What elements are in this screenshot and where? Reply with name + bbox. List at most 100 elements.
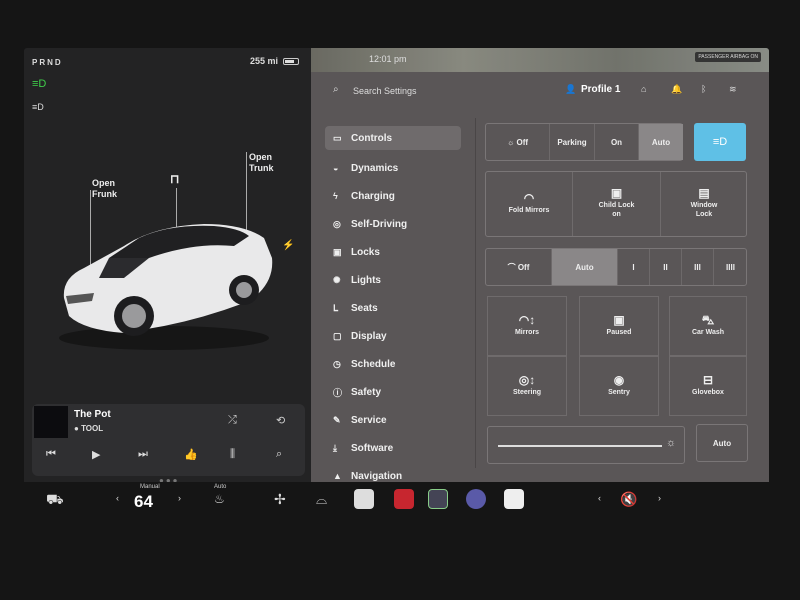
nav-locks[interactable]: ▣ Locks [325, 238, 461, 266]
lock-icon: ▣ [610, 186, 623, 200]
glovebox-button[interactable]: ⊟ Glovebox [669, 356, 747, 416]
search-icon[interactable]: ⌕ [333, 84, 339, 95]
steering-adjust-icon: ◎↕ [518, 372, 536, 387]
high-beam-button[interactable]: ≡D [694, 123, 746, 161]
thumbs-up-icon[interactable]: 👍 [184, 448, 198, 461]
nav-controls[interactable]: ▭ Controls [325, 126, 461, 150]
auto-headlight-icon: ≡D [32, 102, 44, 112]
bell-icon[interactable]: 🔔 [671, 84, 682, 95]
wiper-speed-1[interactable]: I [618, 249, 650, 285]
volume-down-icon[interactable]: ‹ [598, 493, 601, 503]
album-art [34, 406, 68, 438]
wiper-auto[interactable]: Auto [552, 249, 618, 285]
headlight-off[interactable]: ☼ Off [486, 124, 550, 160]
settings-panel: 12:01 pm PASSENGER AIRBAG ON ⌕ Search Se… [311, 48, 769, 482]
nav-safety[interactable]: ⓘ Safety [325, 378, 461, 406]
download-icon: ⤓ [333, 442, 337, 453]
nav-display[interactable]: ▢ Display [325, 322, 461, 350]
profile-icon[interactable]: 👤 [565, 84, 576, 95]
track-artist: ● TOOL [74, 424, 104, 433]
car-icon[interactable]: ⛟ [46, 491, 64, 510]
seg-label: Off [516, 137, 529, 147]
brightness-slider[interactable]: ☼ [487, 426, 685, 464]
toggle-icon: ▭ [333, 132, 342, 143]
open-trunk-button[interactable]: Open Trunk [249, 152, 274, 174]
tesla-app-icon[interactable] [354, 489, 374, 509]
bluetooth-icon[interactable]: ᛒ [701, 84, 706, 94]
headlight-auto[interactable]: Auto [639, 124, 683, 160]
nav-seats[interactable]: ᒪ Seats [325, 294, 461, 322]
clock: 12:01 pm [369, 54, 407, 64]
seat-heat-mode: Auto [214, 484, 227, 490]
nav-software[interactable]: ⤓ Software [325, 434, 461, 462]
fold-mirrors-button[interactable]: ◠ Fold Mirrors [486, 172, 573, 236]
car-wash-button[interactable]: ⛍ Car Wash [669, 296, 747, 356]
tile-label: Paused [606, 328, 632, 336]
defrost-icon[interactable]: ⌓ [316, 491, 327, 508]
brightness-auto-button[interactable]: Auto [696, 424, 748, 462]
nav-charging[interactable]: ϟ Charging [325, 182, 461, 210]
charge-port-icon[interactable]: ⚡ [282, 240, 294, 251]
passenger-airbag-indicator: PASSENGER AIRBAG ON [695, 52, 761, 62]
info-icon: ⓘ [333, 387, 343, 398]
equalizer-icon[interactable]: ⫼ [230, 448, 235, 461]
child-lock-button[interactable]: ▣ Child Lock on [573, 172, 661, 236]
tile-label: Window [690, 202, 718, 209]
bottom-bar: ⛟ ‹ Manual 64 › Auto ♨ ✢ ⌓ ‹ 🔇 › [24, 482, 769, 516]
wiper-off[interactable]: ⌒ Off [486, 249, 552, 285]
temp-down-icon[interactable]: ‹ [116, 493, 119, 503]
display-icon: ▢ [333, 330, 342, 341]
previous-icon[interactable]: ⏮ [46, 448, 56, 461]
headlight-on[interactable]: On [595, 124, 639, 160]
seat-heater-icon[interactable]: ♨ [214, 492, 225, 506]
repeat-icon[interactable]: ⟲ [276, 414, 285, 427]
open-frunk-button[interactable]: Open Frunk [92, 178, 117, 200]
window-lock-button[interactable]: ▤ Window Lock [661, 172, 747, 236]
launcher-app-icon[interactable] [428, 489, 448, 509]
wifi-icon[interactable]: ≋ [729, 84, 737, 95]
brightness-icon: ☼ [666, 437, 677, 449]
dashcam-button[interactable]: ▣ Paused [579, 296, 659, 356]
shuffle-icon[interactable]: ⤮ [228, 414, 237, 427]
unlock-icon[interactable]: ⊓ [170, 173, 179, 185]
media-search-icon[interactable]: ⌕ [276, 448, 282, 461]
mirrors-button[interactable]: ◠↕ Mirrors [487, 296, 567, 356]
play-icon[interactable]: ▶ [92, 448, 100, 461]
calendar-app-icon[interactable] [504, 489, 524, 509]
sentry-button[interactable]: ◉ Sentry [579, 356, 659, 416]
temp-up-icon[interactable]: › [178, 493, 181, 503]
wiper-icon: ⌒ [507, 262, 518, 272]
media-player: The Pot ● TOOL ⤮ ⟲ ⏮ ▶ ⏭ 👍 ⫼ ⌕ [32, 404, 305, 476]
nav-schedule[interactable]: ◷ Schedule [325, 350, 461, 378]
nav-label: Lights [351, 274, 381, 286]
wiper-speed-2[interactable]: II [650, 249, 682, 285]
gear-indicator: PRND [32, 58, 63, 67]
headlight-parking[interactable]: Parking [550, 124, 595, 160]
steering-button[interactable]: ◎↕ Steering [487, 356, 567, 416]
wiper-speed-3[interactable]: III [682, 249, 714, 285]
nav-self-driving[interactable]: ◎ Self-Driving [325, 210, 461, 238]
search-input[interactable]: Search Settings [353, 86, 417, 96]
music-app-icon[interactable] [394, 489, 414, 509]
camera-app-icon[interactable] [466, 489, 486, 509]
garage-icon[interactable]: ⌂ [641, 84, 646, 94]
next-icon[interactable]: ⏭ [138, 448, 148, 461]
seg-label: Off [517, 262, 530, 272]
map-strip[interactable]: 12:01 pm PASSENGER AIRBAG ON [311, 48, 769, 72]
nav-label: Charging [351, 190, 395, 202]
brightness-track [498, 445, 662, 447]
wiper-speed-4[interactable]: IIII [714, 249, 747, 285]
nav-label: Display [351, 330, 387, 342]
nav-dynamics[interactable]: ◒ Dynamics [325, 154, 461, 182]
nav-icon: ▲ [333, 471, 342, 481]
nav-lights[interactable]: ✺ Lights [325, 266, 461, 294]
fan-icon[interactable]: ✢ [274, 491, 286, 508]
temperature-readout[interactable]: 64 [134, 492, 153, 512]
mute-icon[interactable]: 🔇 [620, 491, 637, 508]
artist-label: TOOL [81, 424, 104, 433]
volume-up-icon[interactable]: › [658, 493, 661, 503]
tile-label: Child Lock [598, 202, 635, 209]
headlight-icon: ≡D [32, 78, 47, 90]
profile-name[interactable]: Profile 1 [581, 84, 620, 95]
nav-service[interactable]: ✎ Service [325, 406, 461, 434]
